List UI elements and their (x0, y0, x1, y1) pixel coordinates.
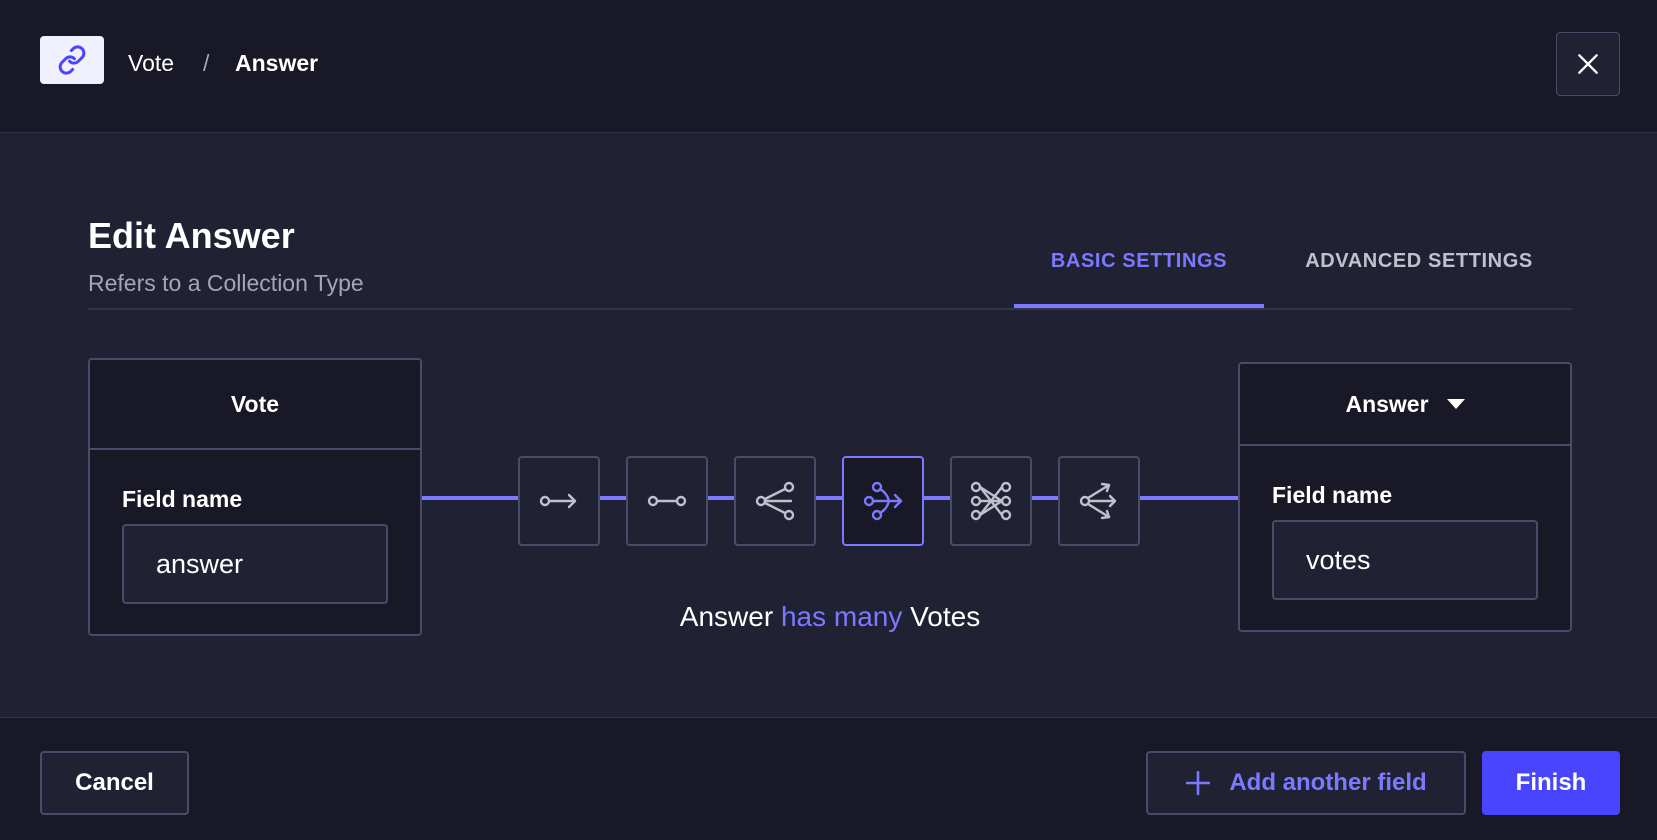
relation-target: Votes (910, 601, 981, 632)
page-title: Edit Answer (88, 215, 295, 256)
many-to-many-relation-icon (970, 481, 1012, 521)
relation-description: Answer has many Votes (560, 600, 1100, 634)
target-collection-select[interactable]: Answer (1240, 364, 1570, 446)
finish-button[interactable]: Finish (1482, 751, 1620, 815)
relation-type-text: has many (780, 601, 903, 632)
modal-header: Vote / Answer (0, 0, 1657, 133)
many-to-one-relation-icon (863, 481, 903, 521)
active-tab-indicator (1014, 304, 1264, 308)
close-button[interactable] (1556, 32, 1620, 96)
plus-icon (1185, 770, 1211, 796)
relation-one-to-many-button[interactable] (734, 456, 816, 546)
target-collection-box: Answer Field name (1238, 362, 1572, 632)
add-another-field-button[interactable]: Add another field (1146, 751, 1466, 815)
tab-basic-settings[interactable]: BASIC SETTINGS (1014, 246, 1264, 276)
breadcrumb-vote: Vote (128, 50, 175, 76)
page-subtitle: Refers to a Collection Type (88, 270, 364, 296)
one-way-relation-icon (539, 493, 577, 509)
relation-many-way-button[interactable] (1058, 456, 1140, 546)
relation-many-to-one-button[interactable] (842, 456, 924, 546)
cancel-button[interactable]: Cancel (40, 751, 189, 815)
many-way-relation-icon (1079, 482, 1117, 520)
source-field-name-input[interactable] (122, 524, 388, 604)
target-field-label: Field name (1272, 482, 1393, 508)
source-collection-name: Vote (90, 360, 420, 450)
close-icon (1578, 54, 1598, 74)
breadcrumb-answer: Answer (235, 50, 319, 76)
target-field-name-input[interactable] (1272, 520, 1538, 600)
link-icon (40, 36, 104, 84)
relation-many-to-many-button[interactable] (950, 456, 1032, 546)
relation-source: Answer (679, 601, 774, 632)
source-field-label: Field name (122, 486, 243, 512)
one-to-many-relation-icon (755, 481, 795, 521)
tabs-divider (88, 308, 1572, 310)
relation-one-to-one-button[interactable] (626, 456, 708, 546)
breadcrumb-separator: / (203, 50, 210, 76)
one-to-one-relation-icon (647, 495, 687, 507)
relation-one-way-button[interactable] (518, 456, 600, 546)
tab-advanced-settings[interactable]: ADVANCED SETTINGS (1264, 246, 1574, 276)
source-collection-box: Vote Field name (88, 358, 422, 636)
caret-down-icon (1446, 399, 1465, 409)
